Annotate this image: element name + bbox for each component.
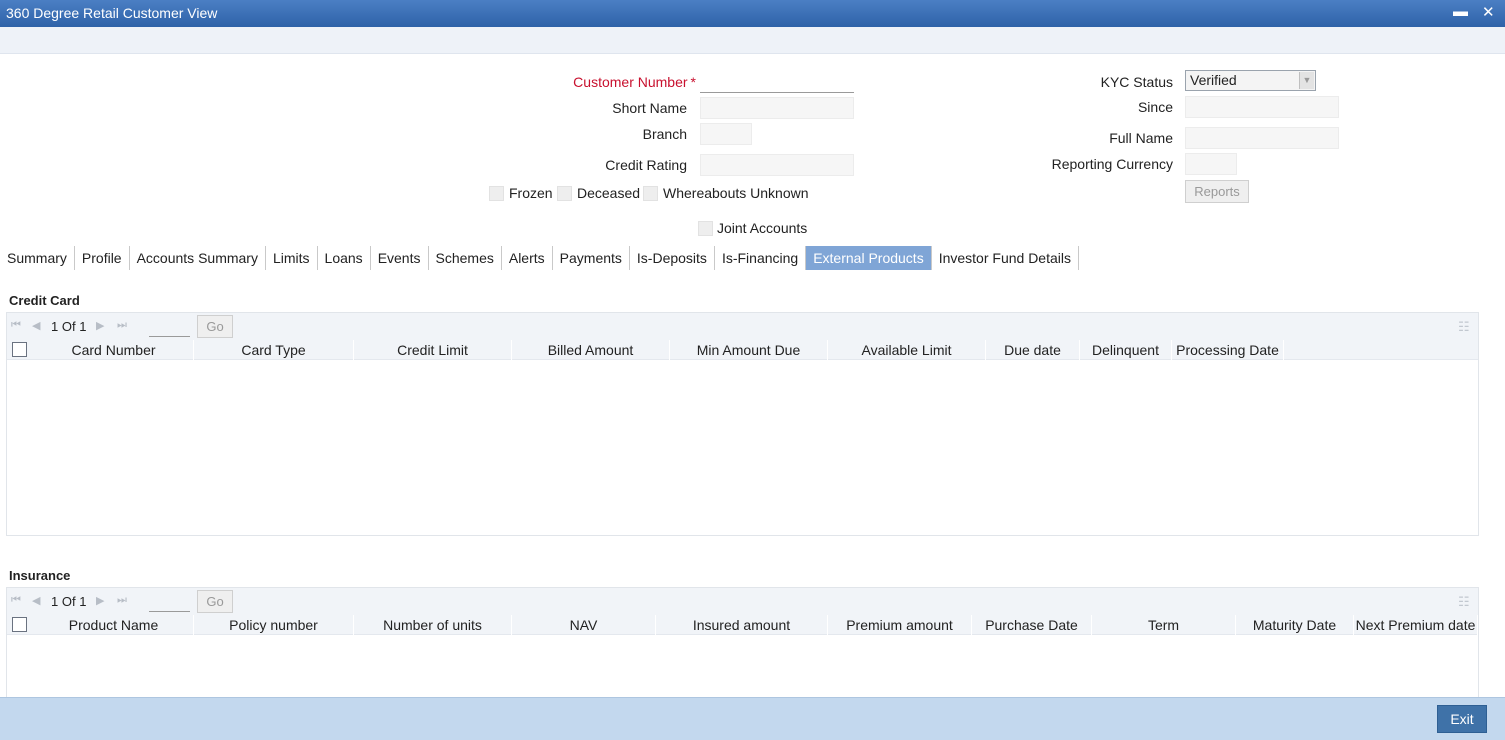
select-all-checkbox[interactable] [12, 617, 27, 632]
col-insured-amount[interactable]: Insured amount [656, 615, 828, 635]
credit-rating-label: Credit Rating [605, 157, 687, 173]
col-processing-date[interactable]: Processing Date [1172, 340, 1284, 360]
col-available-limit[interactable]: Available Limit [828, 340, 986, 360]
col-nav[interactable]: NAV [512, 615, 656, 635]
credit-card-title: Credit Card [9, 293, 80, 308]
kyc-status-select[interactable]: Verified ▼ [1185, 70, 1316, 91]
tab-investor-fund-details[interactable]: Investor Fund Details [932, 246, 1079, 270]
branch-label: Branch [642, 126, 687, 142]
col-number-of-units[interactable]: Number of units [354, 615, 512, 635]
tab-payments[interactable]: Payments [553, 246, 630, 270]
col-card-type[interactable]: Card Type [194, 340, 354, 360]
since-label: Since [1137, 99, 1173, 115]
credit-card-grid: ⏮ ◀ 1 Of 1 ▶ ⏭ Go ☷ Card Number Card Typ… [6, 312, 1479, 536]
insurance-title: Insurance [9, 568, 71, 583]
tab-is-deposits[interactable]: Is-Deposits [630, 246, 715, 270]
col-min-amount-due[interactable]: Min Amount Due [670, 340, 828, 360]
deceased-checkbox[interactable] [557, 186, 572, 201]
tab-summary[interactable]: Summary [0, 246, 75, 270]
insurance-grid: ⏮ ◀ 1 Of 1 ▶ ⏭ Go ☷ Product Name Policy … [6, 587, 1479, 697]
deceased-label: Deceased [577, 185, 641, 201]
tab-is-financing[interactable]: Is-Financing [715, 246, 807, 270]
tab-accounts-summary[interactable]: Accounts Summary [130, 246, 266, 270]
customer-number-label: Customer Number * [573, 74, 696, 90]
tab-bar: Summary Profile Accounts Summary Limits … [0, 246, 1079, 270]
page-number-input[interactable] [149, 592, 190, 612]
select-all-checkbox[interactable] [12, 342, 27, 357]
col-credit-limit[interactable]: Credit Limit [354, 340, 512, 360]
col-maturity-date[interactable]: Maturity Date [1236, 615, 1354, 635]
kyc-status-label: KYC Status [1100, 74, 1173, 90]
full-name-field [1185, 127, 1339, 149]
short-name-field [700, 97, 854, 119]
frozen-label: Frozen [509, 185, 553, 201]
col-delinquent[interactable]: Delinquent [1080, 340, 1172, 360]
tab-profile[interactable]: Profile [75, 246, 130, 270]
full-name-label: Full Name [1109, 130, 1173, 146]
col-product-name[interactable]: Product Name [34, 615, 194, 635]
joint-accounts-checkbox[interactable] [698, 221, 713, 236]
customer-number-input[interactable] [700, 71, 854, 93]
col-due-date[interactable]: Due date [986, 340, 1080, 360]
last-page-icon[interactable]: ⏭ [117, 594, 127, 607]
branch-field [700, 123, 752, 145]
tab-events[interactable]: Events [371, 246, 429, 270]
credit-card-header: Card Number Card Type Credit Limit Bille… [7, 340, 1478, 360]
page-number-input[interactable] [149, 317, 190, 337]
col-term[interactable]: Term [1092, 615, 1236, 635]
frozen-checkbox[interactable] [489, 186, 504, 201]
reporting-currency-label: Reporting Currency [1051, 156, 1173, 172]
credit-rating-field [700, 154, 854, 176]
whereabouts-unknown-label: Whereabouts Unknown [663, 185, 809, 201]
short-name-label: Short Name [612, 100, 687, 116]
required-star: * [690, 74, 696, 90]
reports-button[interactable]: Reports [1185, 180, 1249, 203]
col-purchase-date[interactable]: Purchase Date [972, 615, 1092, 635]
dropdown-arrow-icon[interactable]: ▼ [1299, 72, 1314, 89]
col-premium-amount[interactable]: Premium amount [828, 615, 972, 635]
tab-alerts[interactable]: Alerts [502, 246, 553, 270]
grid-menu-icon[interactable]: ☷ [1458, 319, 1470, 335]
close-icon[interactable]: ✕ [1482, 3, 1495, 21]
insurance-header: Product Name Policy number Number of uni… [7, 615, 1478, 635]
col-policy-number[interactable]: Policy number [194, 615, 354, 635]
col-card-number[interactable]: Card Number [34, 340, 194, 360]
grid-menu-icon[interactable]: ☷ [1458, 594, 1470, 610]
prev-page-icon[interactable]: ◀ [32, 319, 40, 332]
exit-button[interactable]: Exit [1437, 705, 1487, 733]
col-next-premium-date[interactable]: Next Premium date [1354, 615, 1478, 635]
page-info: 1 Of 1 [51, 594, 87, 609]
footer-bar: Exit [0, 697, 1505, 740]
tab-external-products[interactable]: External Products [806, 246, 932, 270]
title-bar: 360 Degree Retail Customer View ▬ ✕ [0, 0, 1505, 27]
window-title: 360 Degree Retail Customer View [6, 5, 218, 21]
prev-page-icon[interactable]: ◀ [32, 594, 40, 607]
reporting-currency-field [1185, 153, 1237, 175]
go-button[interactable]: Go [197, 315, 233, 338]
tab-limits[interactable]: Limits [266, 246, 318, 270]
first-page-icon[interactable]: ⏮ [11, 319, 21, 332]
col-billed-amount[interactable]: Billed Amount [512, 340, 670, 360]
joint-accounts-label: Joint Accounts [717, 220, 808, 236]
last-page-icon[interactable]: ⏭ [117, 319, 127, 332]
page-info: 1 Of 1 [51, 319, 87, 334]
next-page-icon[interactable]: ▶ [96, 319, 104, 332]
since-field [1185, 96, 1339, 118]
tab-loans[interactable]: Loans [318, 246, 371, 270]
whereabouts-unknown-checkbox[interactable] [643, 186, 658, 201]
first-page-icon[interactable]: ⏮ [11, 594, 21, 607]
minimize-icon[interactable]: ▬ [1453, 3, 1468, 20]
next-page-icon[interactable]: ▶ [96, 594, 104, 607]
tab-schemes[interactable]: Schemes [429, 246, 502, 270]
insurance-toolbar: ⏮ ◀ 1 Of 1 ▶ ⏭ Go ☷ [7, 588, 1478, 615]
toolstrip [0, 27, 1505, 54]
go-button[interactable]: Go [197, 590, 233, 613]
credit-card-toolbar: ⏮ ◀ 1 Of 1 ▶ ⏭ Go ☷ [7, 313, 1478, 340]
kyc-status-value: Verified [1190, 72, 1237, 88]
